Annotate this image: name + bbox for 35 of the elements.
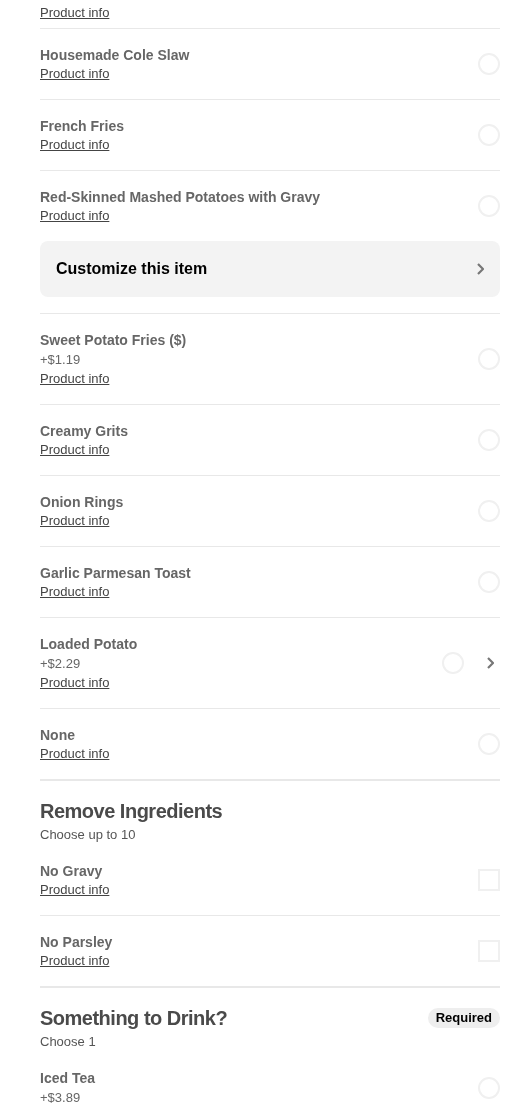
section-title: Remove Ingredients xyxy=(40,799,223,824)
product-info-link[interactable]: Product info xyxy=(40,441,110,459)
option-name: Housemade Cole Slaw xyxy=(40,46,191,65)
option-name: Garlic Parmesan Toast xyxy=(40,564,192,583)
option-name: Creamy Grits xyxy=(40,422,129,441)
option-name: Iced Tea xyxy=(40,1069,96,1088)
section-subtitle: Choose 1 xyxy=(40,1033,97,1051)
product-info-link[interactable]: Product info xyxy=(40,952,110,970)
chevron-right-icon xyxy=(476,263,484,275)
option-price: +$2.29 xyxy=(40,655,82,673)
product-info-link[interactable]: Product info xyxy=(40,881,110,899)
option-name: Red-Skinned Mashed Potatoes with Gravy xyxy=(40,188,322,207)
option-price: +$3.89 xyxy=(40,1089,82,1107)
product-info-link[interactable]: Product info xyxy=(40,674,110,692)
product-info-link[interactable]: Product info xyxy=(40,65,110,83)
option-name: Sweet Potato Fries ($) xyxy=(40,331,188,350)
section-subtitle: Choose up to 10 xyxy=(40,826,137,844)
option-name: Loaded Potato xyxy=(40,635,139,654)
option-name: None xyxy=(40,726,76,745)
product-info-link[interactable]: Product info xyxy=(40,745,110,763)
option-name: No Gravy xyxy=(40,862,104,881)
chevron-right-icon xyxy=(486,657,494,669)
product-info-link[interactable]: Product info xyxy=(40,4,110,22)
option-name: No Parsley xyxy=(40,933,114,952)
product-info-link[interactable]: Product info xyxy=(40,512,110,530)
option-price: +$1.19 xyxy=(40,351,82,369)
option-name: Onion Rings xyxy=(40,493,125,512)
option-name: French Fries xyxy=(40,117,126,136)
customize-button[interactable]: Customize this item xyxy=(40,241,500,297)
product-info-link[interactable]: Product info xyxy=(40,583,110,601)
section-title: Something to Drink? xyxy=(40,1006,228,1031)
product-info-link[interactable]: Product info xyxy=(40,370,110,388)
product-info-link[interactable]: Product info xyxy=(40,136,110,154)
product-info-link[interactable]: Product info xyxy=(40,207,110,225)
required-badge: Required xyxy=(427,1008,500,1028)
